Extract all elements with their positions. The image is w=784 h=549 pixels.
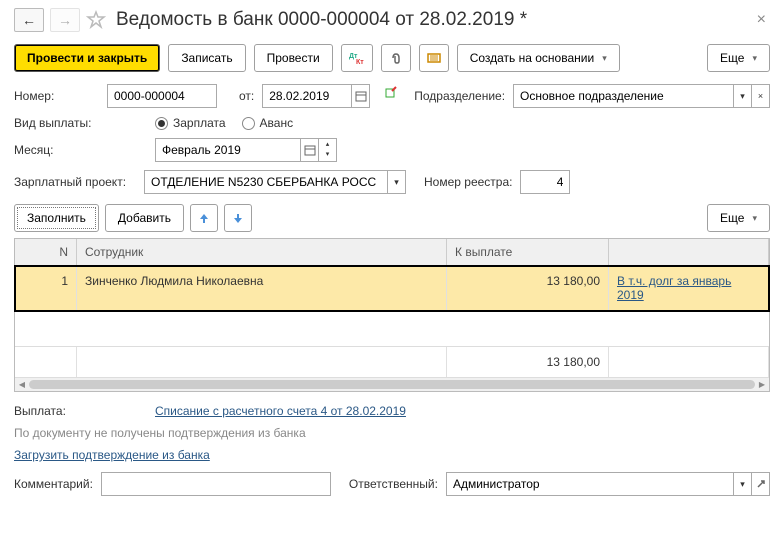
salary-project-label: Зарплатный проект: — [14, 175, 136, 189]
responsible-dropdown-button[interactable]: ▾ — [734, 472, 752, 496]
scroll-thumb[interactable] — [29, 380, 755, 389]
col-employee-header[interactable]: Сотрудник — [77, 239, 447, 265]
salary-project-field[interactable] — [144, 170, 388, 194]
calendar-icon — [304, 144, 316, 156]
show-movements-button[interactable]: Дт Кт — [341, 44, 373, 72]
horizontal-scrollbar[interactable]: ◀ ▶ — [15, 377, 769, 391]
col-note-header[interactable] — [609, 239, 769, 265]
registry-button[interactable] — [419, 44, 449, 72]
grid-more-button[interactable]: Еще — [707, 204, 770, 232]
post-and-close-button[interactable]: Провести и закрыть — [14, 44, 160, 72]
salary-project-dropdown-button[interactable]: ▾ — [388, 170, 406, 194]
comment-label: Комментарий: — [14, 477, 93, 491]
calendar-icon — [355, 90, 367, 102]
responsible-open-button[interactable] — [752, 472, 770, 496]
subdivision-label: Подразделение: — [414, 89, 505, 103]
scroll-right-icon[interactable]: ▶ — [755, 378, 769, 392]
registry-icon — [427, 51, 441, 65]
cell-note-link[interactable]: В т.ч. долг за январь 2019 — [617, 274, 731, 302]
move-down-button[interactable] — [224, 204, 252, 232]
radio-checked-icon — [155, 117, 168, 130]
save-button[interactable]: Записать — [168, 44, 245, 72]
month-field[interactable] — [155, 138, 301, 162]
number-field[interactable] — [107, 84, 217, 108]
comment-field[interactable] — [101, 472, 331, 496]
fill-button[interactable]: Заполнить — [14, 204, 99, 232]
nav-back-button[interactable]: ← — [14, 8, 44, 32]
document-title: Ведомость в банк 0000-000004 от 28.02.20… — [116, 9, 747, 31]
empty-row — [15, 311, 769, 347]
add-button[interactable]: Добавить — [105, 204, 184, 232]
responsible-field[interactable] — [446, 472, 734, 496]
favorite-star-icon[interactable] — [86, 10, 106, 30]
cell-amount: 13 180,00 — [447, 266, 609, 310]
arrow-right-icon: → — [58, 12, 72, 28]
total-amount: 13 180,00 — [447, 347, 609, 377]
col-n-header[interactable]: N — [15, 239, 77, 265]
confirmation-info-text: По документу не получены подтверждения и… — [14, 426, 770, 440]
date-field[interactable] — [262, 84, 352, 108]
number-label: Номер: — [14, 89, 99, 103]
open-icon — [756, 479, 766, 489]
paperclip-icon — [389, 51, 403, 65]
month-label: Месяц: — [14, 143, 99, 157]
month-picker-button[interactable] — [301, 138, 319, 162]
payment-type-label: Вид выплаты: — [14, 116, 99, 130]
payout-link[interactable]: Списание с расчетного счета 4 от 28.02.2… — [155, 404, 406, 418]
registry-number-label: Номер реестра: — [424, 175, 512, 189]
from-label: от: — [239, 89, 254, 103]
arrow-up-icon — [198, 212, 210, 224]
payment-type-salary-radio[interactable]: Зарплата — [155, 116, 226, 130]
subdivision-clear-button[interactable]: × — [752, 84, 770, 108]
registry-number-field[interactable] — [520, 170, 570, 194]
move-up-button[interactable] — [190, 204, 218, 232]
col-amount-header[interactable]: К выплате — [447, 239, 609, 265]
radio-unchecked-icon — [242, 117, 255, 130]
date-picker-button[interactable] — [352, 84, 370, 108]
cell-n: 1 — [15, 266, 77, 310]
load-confirmation-link[interactable]: Загрузить подтверждение из банка — [14, 448, 210, 462]
close-button[interactable]: × — [753, 11, 770, 29]
scroll-left-icon[interactable]: ◀ — [15, 378, 29, 392]
nav-forward-button: → — [50, 8, 80, 32]
advance-radio-label: Аванс — [260, 116, 294, 130]
subdivision-dropdown-button[interactable]: ▾ — [734, 84, 752, 108]
table-row[interactable]: 1 Зинченко Людмила Николаевна 13 180,00 … — [15, 266, 769, 311]
subdivision-field[interactable] — [513, 84, 734, 108]
salary-radio-label: Зарплата — [173, 116, 226, 130]
arrow-left-icon: ← — [22, 12, 36, 28]
responsible-label: Ответственный: — [349, 477, 438, 491]
link-date-icon[interactable] — [384, 85, 406, 107]
employees-table: N Сотрудник К выплате 1 Зинченко Людмила… — [14, 238, 770, 392]
payment-type-advance-radio[interactable]: Аванс — [242, 116, 294, 130]
post-button[interactable]: Провести — [254, 44, 333, 72]
attachments-button[interactable] — [381, 44, 411, 72]
create-based-on-button[interactable]: Создать на основании — [457, 44, 620, 72]
cell-employee: Зинченко Людмила Николаевна — [77, 266, 447, 310]
arrow-down-icon — [232, 212, 244, 224]
dt-kt-icon: Дт Кт — [349, 51, 365, 65]
more-button[interactable]: Еще — [707, 44, 770, 72]
payout-label: Выплата: — [14, 404, 99, 418]
svg-text:Кт: Кт — [356, 59, 364, 65]
month-spinner[interactable]: ▴▾ — [319, 138, 337, 162]
